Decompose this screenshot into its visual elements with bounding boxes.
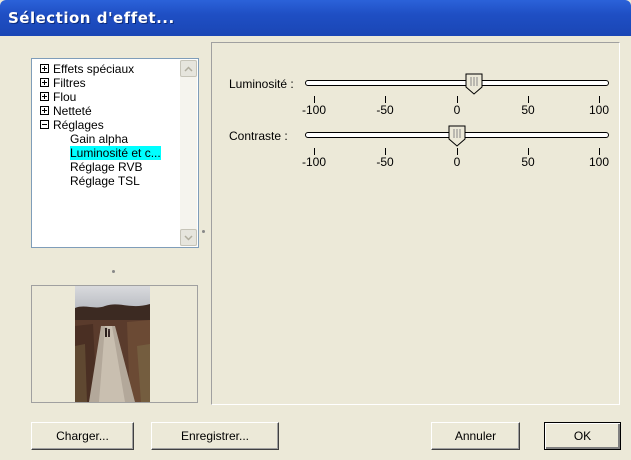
slider-tick-label: -50	[376, 103, 394, 117]
slider-tick-label: 0	[453, 103, 461, 117]
collapse-minus-icon[interactable]	[40, 120, 49, 130]
effects-tree-list: Effets spéciaux Filtres Flou Netteté Rég…	[40, 62, 161, 188]
brightness-slider-thumb[interactable]	[465, 73, 483, 95]
settings-panel: Luminosité : Contraste : -100 -50 0 50 100 -1…	[211, 42, 620, 405]
tree-item-label: Flou	[53, 90, 77, 104]
slider-tick-mark	[457, 96, 458, 103]
brightness-label: Luminosité :	[229, 77, 294, 91]
slider-tick-mark	[314, 96, 315, 103]
expand-plus-icon[interactable]	[40, 92, 49, 102]
tree-child-reglage-tsl[interactable]: Réglage TSL	[40, 174, 161, 188]
tree-child-label: Gain alpha	[70, 132, 129, 146]
slider-tick-mark	[457, 148, 458, 155]
scroll-down-button[interactable]	[180, 229, 197, 246]
dialog-title: Sélection d'effet...	[8, 9, 175, 27]
slider-tick-label: 50	[521, 103, 535, 117]
slider-tick-label: -50	[376, 155, 394, 169]
tree-item-effets-speciaux[interactable]: Effets spéciaux	[40, 62, 161, 76]
slider-tick-label: 100	[588, 155, 610, 169]
slider-tick-label: -100	[301, 103, 327, 117]
brightness-slider-track[interactable]	[305, 80, 609, 86]
effects-tree[interactable]: Effets spéciaux Filtres Flou Netteté Rég…	[31, 58, 199, 248]
slider-tick-mark	[528, 96, 529, 103]
tree-item-nettete[interactable]: Netteté	[40, 104, 161, 118]
contrast-label: Contraste :	[229, 129, 288, 143]
tree-item-reglages[interactable]: Réglages	[40, 118, 161, 132]
expand-plus-icon[interactable]	[40, 64, 49, 74]
tree-child-reglage-rvb[interactable]: Réglage RVB	[40, 160, 161, 174]
expand-plus-icon[interactable]	[40, 78, 49, 88]
slider-tick-mark	[599, 148, 600, 155]
tree-item-flou[interactable]: Flou	[40, 90, 161, 104]
slider-tick-label: 100	[588, 103, 610, 117]
tree-child-label: Réglage TSL	[70, 174, 140, 188]
tree-item-label: Filtres	[53, 76, 86, 90]
contrast-slider-thumb[interactable]	[448, 125, 466, 147]
slider-tick-mark	[314, 148, 315, 155]
tree-child-label: Réglage RVB	[70, 160, 143, 174]
load-button[interactable]: Charger...	[31, 422, 134, 450]
slider-tick-mark	[599, 96, 600, 103]
tree-scrollbar[interactable]	[180, 60, 197, 246]
splitter-grip[interactable]	[112, 270, 115, 273]
tree-child-label-selected: Luminosité et c...	[70, 146, 161, 160]
title-bar[interactable]: Sélection d'effet...	[0, 0, 631, 36]
slider-tick-label: 50	[521, 155, 535, 169]
preview-photo	[75, 286, 150, 402]
tree-item-label: Netteté	[53, 104, 92, 118]
slider-tick-label: -100	[301, 155, 327, 169]
effect-preview	[31, 285, 198, 403]
save-button[interactable]: Enregistrer...	[151, 422, 279, 450]
tree-item-label: Effets spéciaux	[53, 62, 135, 76]
ok-button[interactable]: OK	[544, 422, 621, 450]
slider-tick-mark	[385, 148, 386, 155]
slider-tick-mark	[528, 148, 529, 155]
slider-tick-mark	[385, 96, 386, 103]
scroll-up-button[interactable]	[180, 60, 197, 77]
slider-tick-label: 0	[453, 155, 461, 169]
tree-item-label: Réglages	[53, 118, 104, 132]
effect-dialog: Sélection d'effet... Effets spéciaux Fil…	[0, 0, 631, 460]
tree-child-gain-alpha[interactable]: Gain alpha	[40, 132, 161, 146]
tree-child-luminosite[interactable]: Luminosité et c...	[40, 146, 161, 160]
splitter-grip[interactable]	[202, 230, 205, 233]
chevron-down-icon	[184, 234, 193, 241]
cancel-button[interactable]: Annuler	[431, 422, 520, 450]
tree-item-filtres[interactable]: Filtres	[40, 76, 161, 90]
expand-plus-icon[interactable]	[40, 106, 49, 116]
chevron-up-icon	[184, 65, 193, 72]
